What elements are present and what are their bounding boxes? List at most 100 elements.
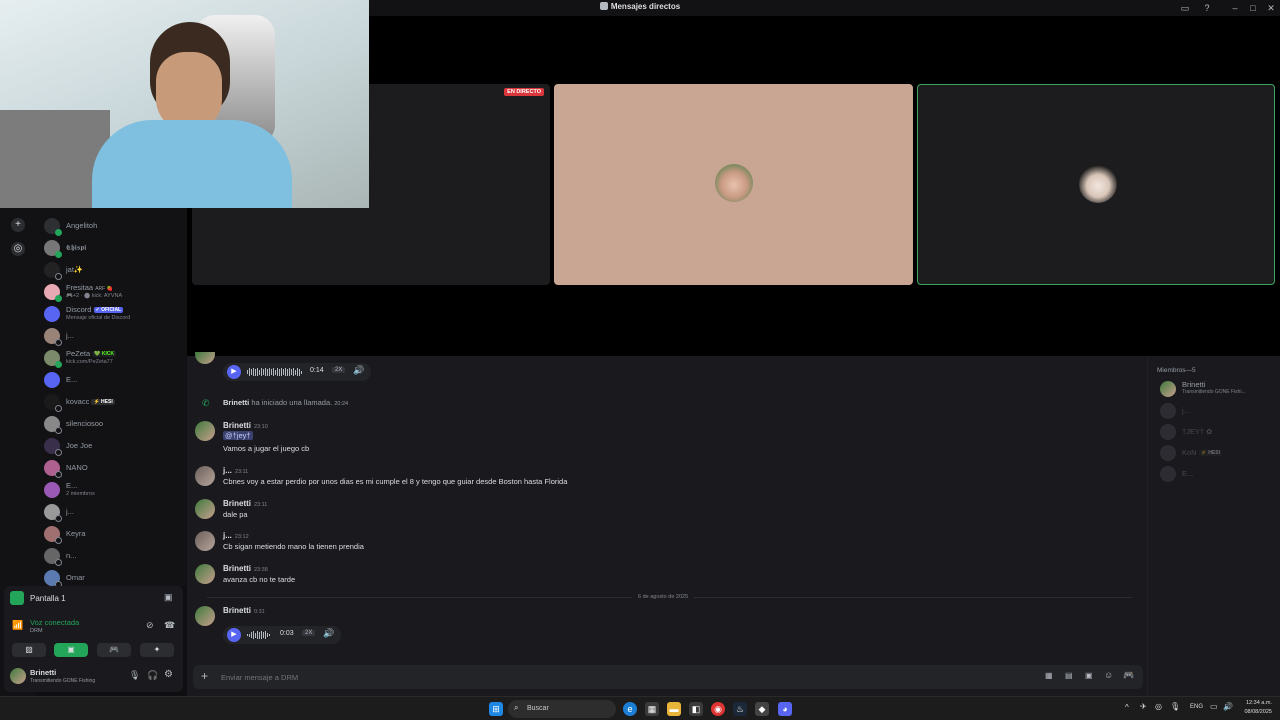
minimize-button[interactable]: – [1230,3,1240,13]
message-author[interactable]: j... 23:12 [223,531,249,540]
avatar[interactable] [195,499,215,519]
settings-icon[interactable]: ⚙ [164,669,173,680]
dm-item[interactable]: E... 2 miembros [42,480,184,500]
author-name[interactable]: j... [223,466,232,475]
video-tile[interactable] [554,84,913,285]
message-author[interactable]: j... 23:11 [223,466,248,475]
member-item[interactable]: Brinetti Transmitiendo GONE Fishi... [1160,380,1278,398]
dm-item[interactable]: E... [42,370,184,390]
dm-item[interactable]: NANO [42,458,184,478]
soundboard-button[interactable]: ✦ [140,643,174,657]
play-icon[interactable]: ▶ [227,628,241,642]
dm-item[interactable]: Discord ✓ OFICIAL Mensaje oficial de Dis… [42,304,184,324]
add-server-icon[interactable]: + [11,218,25,232]
dm-item[interactable]: n... [42,546,184,566]
avatar[interactable] [195,421,215,441]
mention[interactable]: @†jey† [223,431,253,440]
volume-icon[interactable]: 🔊 [353,365,364,376]
activity-button[interactable]: 🎮 [97,643,131,657]
network-icon[interactable]: ▭ [1210,702,1218,711]
tray-chevron-icon[interactable]: ^ [1125,703,1129,712]
close-button[interactable]: ✕ [1266,3,1276,13]
member-item[interactable]: E... [1160,465,1278,483]
file-explorer-icon[interactable]: ▬ [667,702,681,716]
author-name[interactable]: Brinetti [223,606,251,615]
voice-message[interactable]: ▶ 0:03 2X 🔊 [223,626,341,644]
clock-date[interactable]: 08/08/2025 [1238,709,1272,715]
playback-speed[interactable]: 2X [332,367,346,373]
author-name[interactable]: j... [223,531,232,540]
avatar[interactable] [195,466,215,486]
tray-icon[interactable]: ◎ [1155,702,1162,711]
volume-icon[interactable]: 🔊 [323,628,334,639]
avatar[interactable] [10,668,26,684]
dm-item[interactable]: j... [42,326,184,346]
dm-item[interactable]: Joe Joe [42,436,184,456]
headphones-icon[interactable]: 🎧 [147,670,158,681]
message-author[interactable]: Brinetti 23:11 [223,499,267,508]
message-author[interactable]: Brinetti 23:38 [223,564,268,573]
avatar[interactable] [195,531,215,551]
dm-item[interactable]: Keyra [42,524,184,544]
popout-icon[interactable]: ▣ [164,592,173,603]
app-icon[interactable]: ◧ [689,702,703,716]
gif-icon[interactable]: ▤ [1065,671,1073,680]
inbox-icon[interactable]: ▭ [1180,3,1190,13]
sticker-icon[interactable]: ▣ [1085,671,1093,680]
add-attachment-icon[interactable]: + [201,669,208,683]
playback-speed[interactable]: 2X [302,630,316,636]
windows-start-icon[interactable]: ⊞ [489,702,503,716]
dm-item[interactable]: Omar [42,568,184,588]
message-author[interactable]: Brinetti 23:10 [223,421,268,430]
clock-time[interactable]: 12:34 a.m. [1238,700,1272,706]
discover-icon[interactable]: ◎ [11,242,25,256]
dm-item[interactable]: silenciosoo [42,414,184,434]
author-name[interactable]: Brinetti [223,499,251,508]
message-input[interactable] [221,669,921,685]
dm-item[interactable]: 𝕮𝖍𝖎𝖘𝖕𝖎 [42,238,184,258]
tray-icon[interactable]: 🎙 [1170,702,1180,711]
video-tile-speaking[interactable] [917,84,1275,285]
author-name[interactable]: Brinetti [223,564,251,573]
call-author[interactable]: Brinetti [223,398,249,407]
dm-item[interactable]: PeZeta 💚 KICK kick.com/PeZeta77 [42,348,184,368]
message-author[interactable]: Brinetti 0:31 [223,606,265,615]
play-icon[interactable]: ▶ [227,365,241,379]
dm-item[interactable]: Fresitaa ARF 🍓 🎮+2 · ⬤ kick: AYVNA [42,282,184,302]
voice-channel[interactable]: DRM [30,628,43,634]
dm-item[interactable]: kovacc ⚡ HESI [42,392,184,412]
waveform[interactable] [247,631,270,639]
dm-item[interactable]: Angelitoh [42,216,184,236]
voice-message[interactable]: ▶ 0:14 2X 🔊 [223,363,371,381]
language-indicator[interactable]: ENG [1190,704,1203,710]
voice-status[interactable]: Voz conectada [30,618,79,627]
author-name[interactable]: Brinetti [223,421,251,430]
member-item[interactable]: †JEY† ✿ [1160,423,1278,441]
taskbar-search[interactable]: ⌕ Buscar [508,700,616,718]
message-composer[interactable]: + ▦ ▤ ▣ ☺ 🎮 [193,665,1143,689]
chrome-icon[interactable]: ◉ [711,702,725,716]
signal-icon[interactable]: 📶 [12,620,23,631]
steam-icon[interactable]: ♨ [733,702,747,716]
volume-tray-icon[interactable]: 🔊 [1223,702,1233,711]
apps-icon[interactable]: 🎮 [1123,670,1134,681]
member-item[interactable]: KoN ⚡ HESI [1160,444,1278,462]
disconnect-icon[interactable]: ☎ [164,620,175,631]
emoji-icon[interactable]: ☺ [1104,670,1113,680]
dm-item[interactable]: jat✨ [42,260,184,280]
stream-button[interactable]: ▣ [54,643,88,657]
camera-button[interactable]: ▨ [12,643,46,657]
avatar[interactable] [195,564,215,584]
app-icon[interactable]: ◆ [755,702,769,716]
waveform[interactable] [247,368,302,376]
help-icon[interactable]: ? [1202,3,1212,13]
tray-icon[interactable]: ✈ [1140,702,1147,711]
discord-taskbar-icon[interactable]: ◕ [778,702,792,716]
mic-icon[interactable]: 🎙 [129,670,140,681]
noise-suppression-icon[interactable]: ⊘ [146,620,154,631]
dm-item[interactable]: j... [42,502,184,522]
store-icon[interactable]: ▦ [645,702,659,716]
maximize-button[interactable]: □ [1248,3,1258,13]
avatar[interactable] [195,606,215,626]
member-item[interactable]: j... [1160,402,1278,420]
